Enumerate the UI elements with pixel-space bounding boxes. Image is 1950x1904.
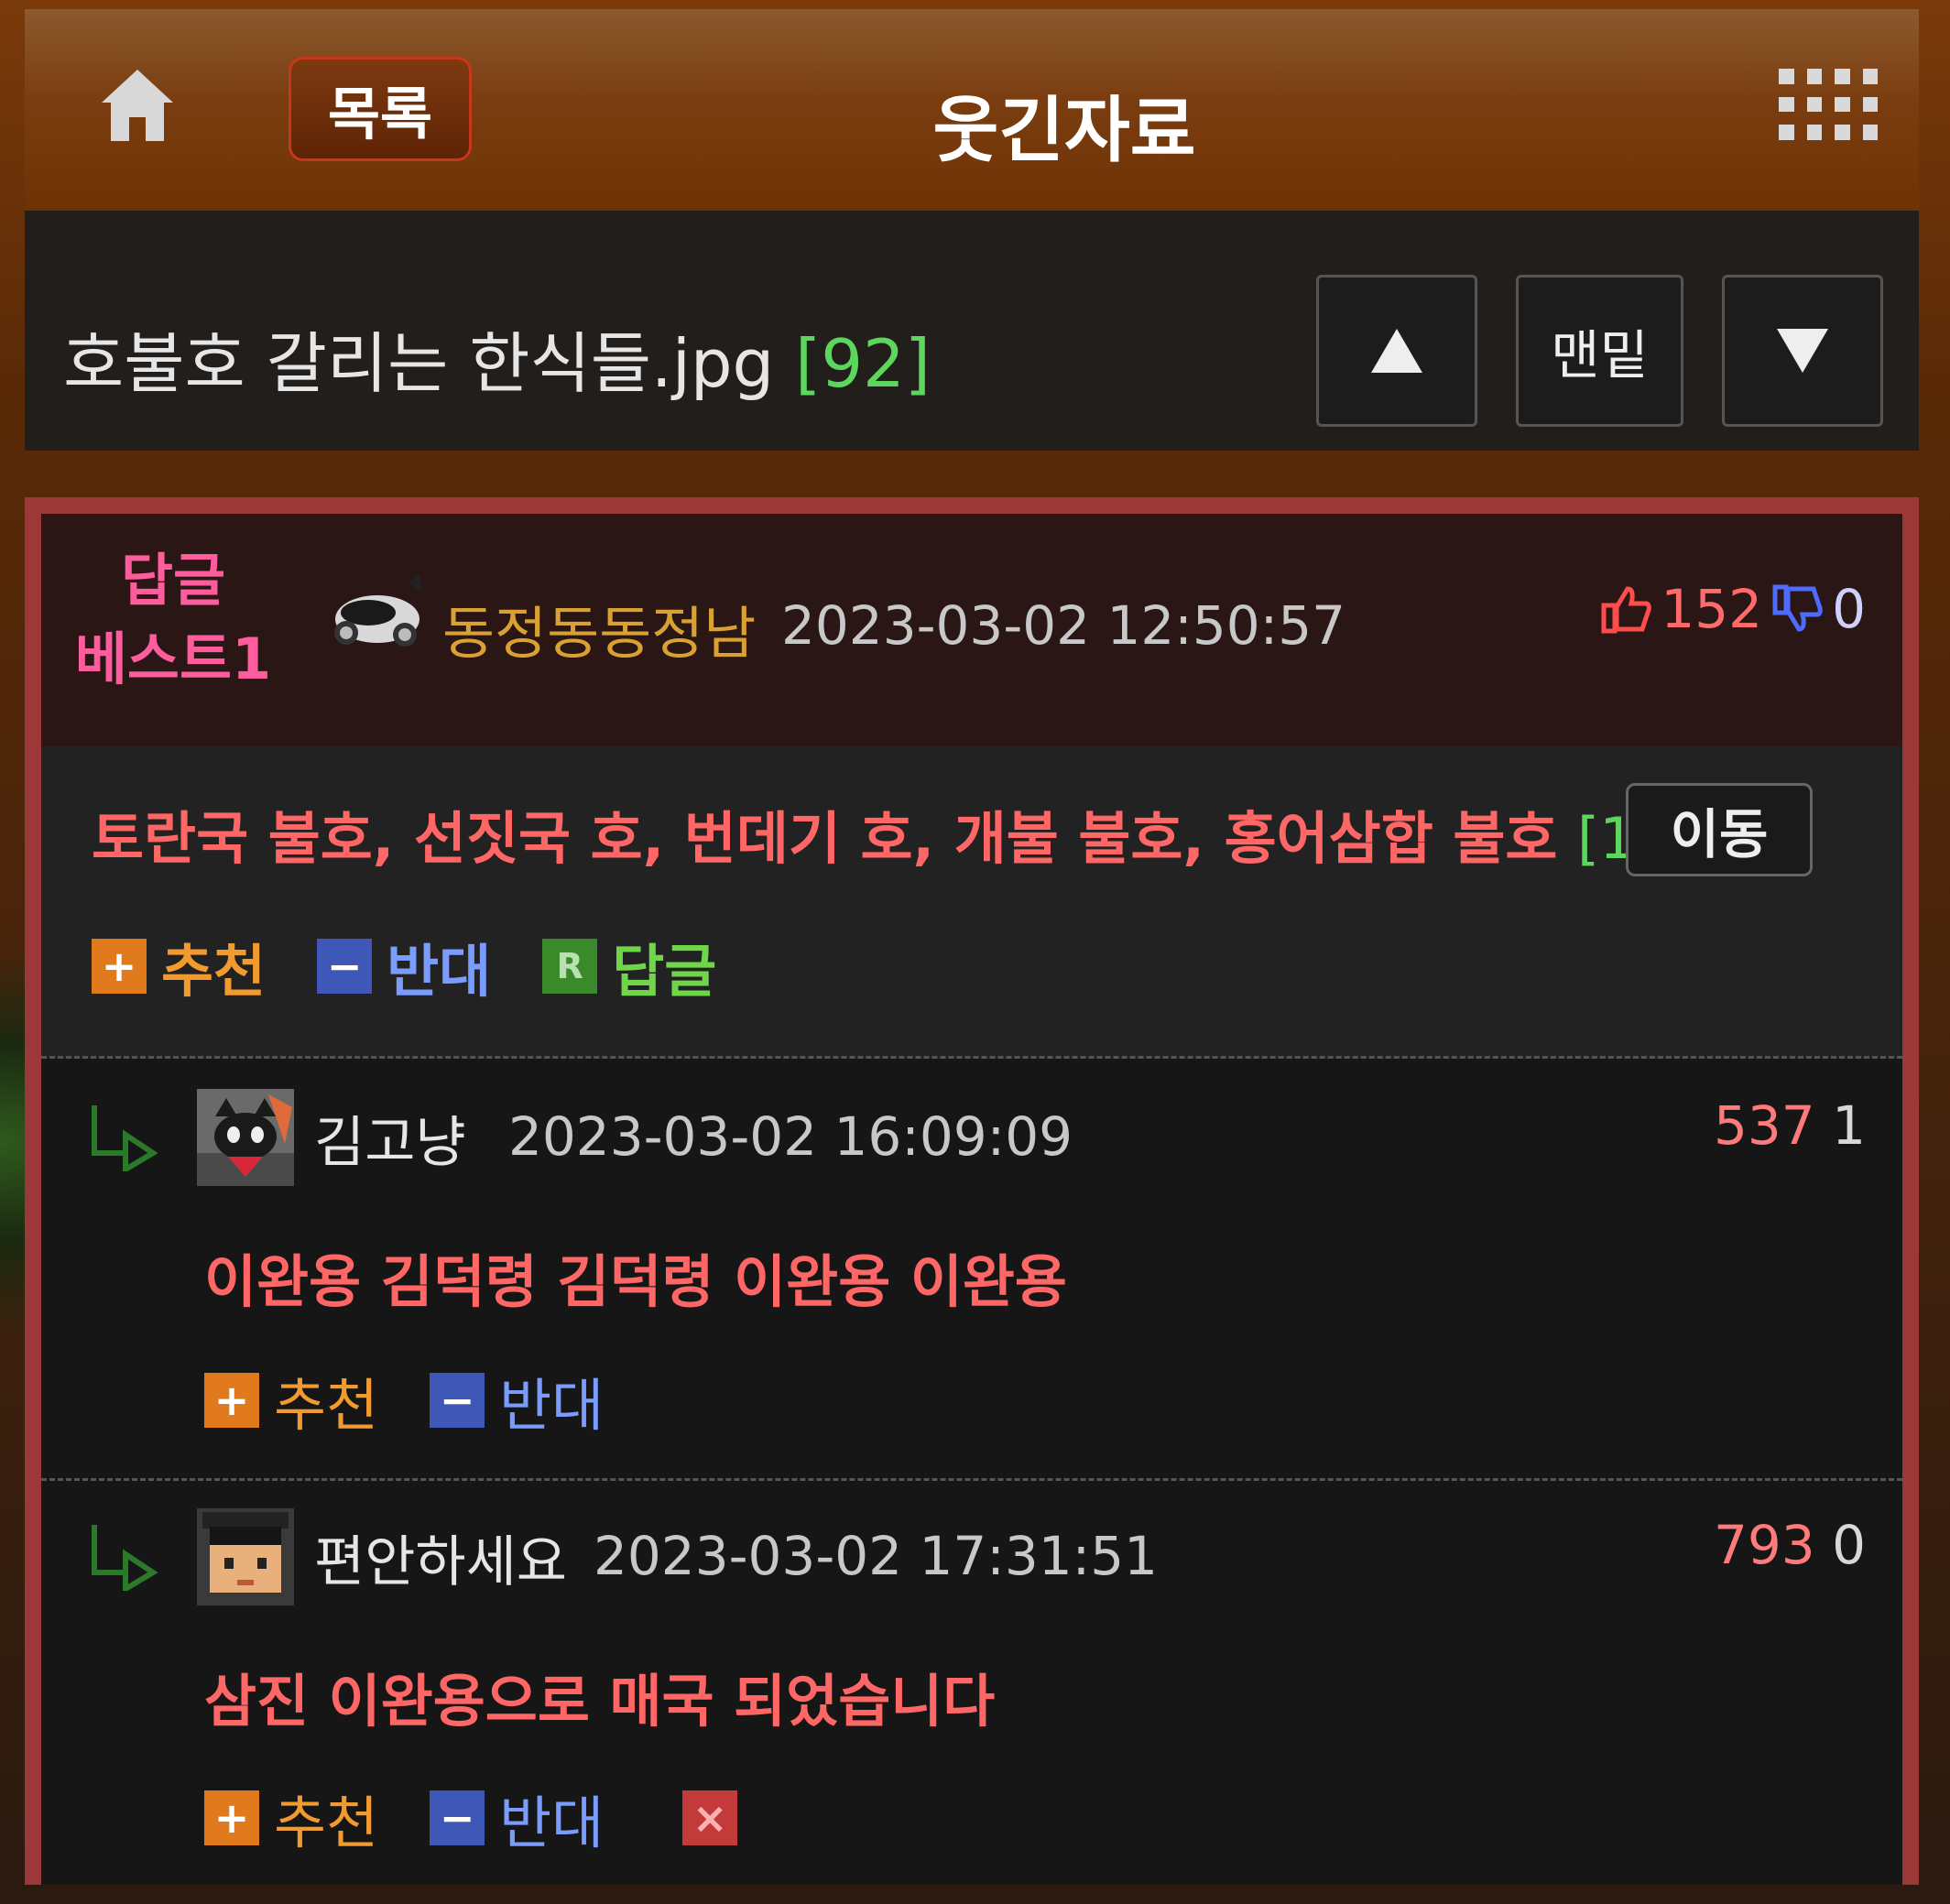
downvote-button[interactable]: − 반대 — [430, 1777, 604, 1859]
upvote-label: 추천 — [274, 1372, 379, 1439]
triangle-up-icon — [1371, 329, 1422, 373]
post-title-text: 호불호 갈리는 한식들.jpg — [63, 325, 775, 402]
pixel-face-avatar-icon[interactable] — [197, 1508, 294, 1605]
best-comment-body: 토란국 불호, 선짓국 호, 번데기 호, 개불 불호, 홍어삼합 불호 [15… — [41, 746, 1902, 1059]
minus-icon: − — [430, 1373, 485, 1428]
reply-item: 김고냥 2023-03-02 16:09:09 537 1 이완용 김덕령 김덕… — [41, 1061, 1902, 1481]
reply-button[interactable]: R 답글 — [542, 925, 716, 1007]
best-badge-line1: 답글 — [120, 547, 226, 614]
reply-label: 답글 — [612, 938, 717, 1005]
reply-votes: 537 1 — [1714, 1094, 1866, 1157]
downvote-label: 반대 — [499, 1372, 605, 1439]
reply-dislikes: 0 — [1832, 1514, 1866, 1576]
plus-icon: + — [204, 1790, 259, 1845]
reply-item: 편안하세요 2023-03-02 17:31:51 793 0 삼진 이완용으로… — [41, 1481, 1902, 1885]
best-badge-line2: 베스트1 — [74, 626, 272, 692]
downvote-label: 반대 — [387, 938, 492, 1005]
reply-author[interactable]: 김고냥 — [314, 1098, 466, 1178]
minus-icon: − — [317, 939, 373, 994]
board-title: 웃긴자료 — [932, 90, 1196, 172]
scroll-down-button[interactable] — [1722, 275, 1883, 427]
cat-avatar-icon[interactable] — [197, 1089, 294, 1186]
menu-grid-icon[interactable] — [1779, 69, 1878, 168]
list-button[interactable]: 목록 — [289, 57, 472, 161]
reply-author[interactable]: 편안하세요 — [314, 1518, 567, 1597]
best-comment-header: 답글 베스트1 동정동동정남 2023-03-02 12:50:57 152 0 — [41, 514, 1902, 746]
reply-date: 2023-03-02 17:31:51 — [594, 1525, 1158, 1587]
post-title-row: 호불호 갈리는 한식들.jpg [92] 맨밑 — [25, 211, 1919, 451]
reply-arrow-icon — [92, 1105, 158, 1171]
move-button[interactable]: 이동 — [1626, 783, 1813, 876]
delete-button[interactable]: × — [682, 1790, 752, 1845]
best-comment-likes: 152 — [1661, 578, 1763, 640]
best-comment-votes: 152 0 — [1600, 578, 1866, 640]
thumbs-down-icon — [1772, 584, 1823, 632]
upvote-label: 추천 — [274, 1790, 379, 1856]
reply-dislikes: 1 — [1832, 1094, 1866, 1157]
best-comment-date: 2023-03-02 12:50:57 — [781, 594, 1345, 657]
best-badge: 답글 베스트1 — [72, 541, 274, 699]
user-avatar-icon[interactable] — [321, 569, 430, 660]
best-comment-content: 토란국 불호, 선짓국 호, 번데기 호, 개불 불호, 홍어삼합 불호 — [92, 805, 1558, 872]
best-comment-panel: 답글 베스트1 동정동동정남 2023-03-02 12:50:57 152 0 — [25, 497, 1919, 1885]
plus-icon: + — [204, 1373, 259, 1428]
best-comment-actions: + 추천 − 반대 R 답글 — [92, 925, 768, 1007]
reply-date: 2023-03-02 16:09:09 — [508, 1105, 1073, 1168]
upvote-button[interactable]: + 추천 — [204, 1359, 378, 1442]
scroll-up-button[interactable] — [1316, 275, 1477, 427]
post-comment-count: [92] — [795, 325, 931, 402]
reply-r-icon: R — [542, 939, 598, 994]
upvote-label: 추천 — [161, 938, 267, 1005]
reply-votes: 793 0 — [1714, 1514, 1866, 1576]
triangle-down-icon — [1777, 329, 1828, 373]
reply-actions: + 추천 − 반대 — [204, 1359, 655, 1442]
best-comment-author[interactable]: 동정동동정남 — [442, 587, 756, 669]
close-x-icon: × — [682, 1790, 738, 1845]
reply-likes: 793 — [1713, 1514, 1815, 1576]
reply-likes: 537 — [1713, 1094, 1815, 1157]
thumbs-up-icon — [1601, 586, 1652, 634]
downvote-label: 반대 — [499, 1790, 605, 1856]
plus-icon: + — [92, 939, 147, 994]
upvote-button[interactable]: + 추천 — [204, 1777, 378, 1859]
reply-arrow-icon — [92, 1525, 158, 1591]
reply-text: 이완용 김덕령 김덕령 이완용 이완용 — [204, 1248, 1067, 1315]
reply-text: 삼진 이완용으로 매국 되었습니다 — [204, 1668, 996, 1735]
best-comment-text: 토란국 불호, 선짓국 호, 번데기 호, 개불 불호, 홍어삼합 불호 [15… — [92, 792, 1694, 875]
downvote-button[interactable]: − 반대 — [317, 925, 491, 1007]
best-comment-dislikes: 0 — [1832, 578, 1866, 640]
minus-icon: − — [430, 1790, 485, 1845]
post-title: 호불호 갈리는 한식들.jpg [92] — [63, 310, 931, 406]
reply-actions: + 추천 − 반대 × — [204, 1777, 803, 1859]
home-icon[interactable] — [98, 66, 177, 145]
upvote-button[interactable]: + 추천 — [92, 925, 266, 1007]
top-bar: 목록 웃긴자료 — [25, 9, 1919, 211]
go-bottom-button[interactable]: 맨밑 — [1516, 275, 1683, 427]
downvote-button[interactable]: − 반대 — [430, 1359, 604, 1442]
